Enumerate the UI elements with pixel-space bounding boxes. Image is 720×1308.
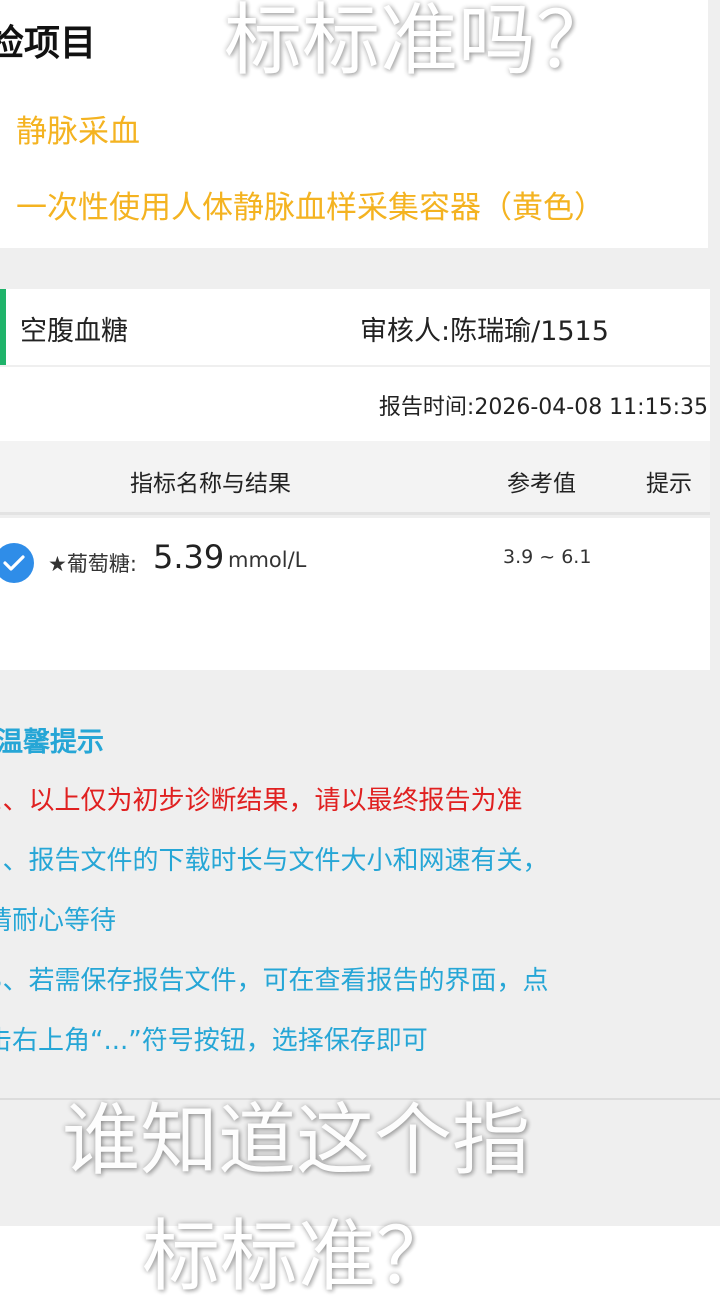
result-value: 5.39 [153,538,225,576]
overlay-caption-middle: 谁知道这个指 [62,1096,531,1186]
overlay-caption-top: 标标准吗？ [224,0,615,86]
header-hint: 提示 [646,471,692,497]
header-name-result: 指标名称与结果 [130,471,291,497]
tip-item: 1、以上仅为初步诊断结果，请以最终报告为准 [0,786,523,816]
tip-item: 击右上角“...”符号按钮，选择保存即可 [0,1026,428,1056]
tips-title: 温馨提示 [0,727,104,758]
collection-method: 静脉采血 [16,114,140,150]
header-reference: 参考值 [507,471,576,497]
report-page: 检项目 静脉采血 一次性使用人体静脉血样采集容器（黄色） 空腹血糖 审核人:陈瑞… [0,0,720,1308]
test-name: 空腹血糖 [20,316,128,347]
section-title: 检项目 [0,23,97,64]
result-unit: mmol/L [228,548,307,572]
results-table-header: 指标名称与结果 参考值 提示 [0,441,710,515]
report-time: 报告时间:2026-04-08 11:15:35 [378,395,708,420]
result-label: ★葡萄糖: [48,552,137,576]
report-time-row: 报告时间:2026-04-08 11:15:35 [0,367,710,441]
overlay-caption-bottom: 标标准？ [142,1212,455,1302]
tip-item: 3、若需保存报告文件，可在查看报告的界面，点 [0,966,549,996]
container-type: 一次性使用人体静脉血样采集容器（黄色） [16,190,605,226]
table-row: ★葡萄糖: 5.39 mmol/L 3.9 ~ 6.1 [0,518,710,670]
check-circle-icon[interactable] [0,543,34,583]
tip-item: 2、报告文件的下载时长与文件大小和网速有关， [0,846,549,876]
test-header-card[interactable]: 空腹血糖 审核人:陈瑞瑜/1515 [0,289,710,365]
tip-item: 请耐心等待 [0,906,117,936]
result-reference: 3.9 ~ 6.1 [503,546,592,568]
reviewer: 审核人:陈瑞瑜/1515 [360,316,609,347]
